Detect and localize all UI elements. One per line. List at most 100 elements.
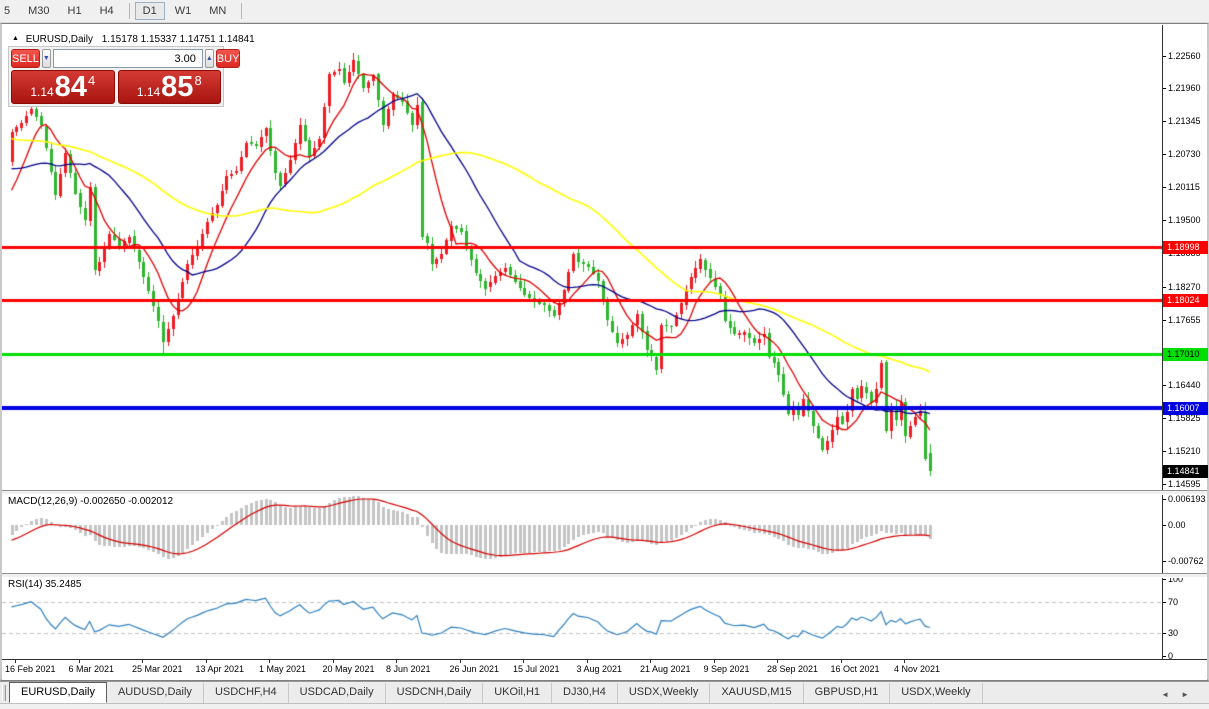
date-label: 21 Aug 2021 <box>640 664 691 674</box>
date-tick-mark <box>333 660 334 663</box>
timeframe-toolbar: 5M30H1H4 D1W1MN <box>0 0 1209 23</box>
date-label: 9 Sep 2021 <box>704 664 750 674</box>
date-axis: 16 Feb 2021 6 Mar 2021 25 Mar 2021 13 Apr 2… <box>2 659 1207 680</box>
price-tick-label: 1.19500 <box>1168 215 1201 225</box>
timeframe-button-5[interactable]: 5 <box>0 2 18 20</box>
chart-tab-gbpusd-h1[interactable]: GBPUSD,H1 <box>804 683 891 703</box>
date-label: 8 Jun 2021 <box>386 664 431 674</box>
sell-price-prefix: 1.14 <box>30 85 53 99</box>
chart-tab-ukoil-h1[interactable]: UKOil,H1 <box>483 683 552 703</box>
timeframe-button-h4[interactable]: H4 <box>92 2 122 20</box>
timeframe-button-m30[interactable]: M30 <box>20 2 57 20</box>
macd-panel-splitter[interactable] <box>2 490 1207 495</box>
chart-symbol-period: EURUSD,Daily <box>26 34 93 45</box>
date-tick-mark <box>206 660 207 663</box>
price-tick-label: 1.21960 <box>1168 83 1201 93</box>
price-tick-label: 1.20115 <box>1168 182 1200 192</box>
chart-tab-bar: EURUSD,DailyAUDUSD,DailyUSDCHF,H4USDCAD,… <box>0 681 1209 703</box>
chart-canvas[interactable] <box>2 25 1162 659</box>
macd-indicator-label: MACD(12,26,9) -0.002650 -0.002012 <box>8 496 173 507</box>
date-tick-mark <box>841 660 842 663</box>
buy-price-prefix: 1.14 <box>137 85 160 99</box>
date-label: 1 May 2021 <box>259 664 306 674</box>
timeframe-button-w1[interactable]: W1 <box>167 2 200 20</box>
macd-tick-label: 0.00 <box>1168 520 1186 530</box>
tab-scroll-left-icon[interactable]: ◄ <box>1155 690 1175 699</box>
status-strip <box>0 703 1209 709</box>
toolbar-separator <box>241 3 242 19</box>
timeframe-button-d1[interactable]: D1 <box>135 2 165 20</box>
date-label: 16 Oct 2021 <box>831 664 880 674</box>
price-tick-label: 1.20730 <box>1168 149 1201 159</box>
price-tick-label: 1.18270 <box>1168 282 1201 292</box>
chart-title: ▲ EURUSD,Daily 1.15178 1.15337 1.14751 1… <box>12 34 255 45</box>
macd-tick-label: 0.006193 <box>1168 494 1206 504</box>
chart-ohlc-values: 1.15178 1.15337 1.14751 1.14841 <box>102 34 255 45</box>
chart-window: ▲ EURUSD,Daily 1.15178 1.15337 1.14751 1… <box>0 23 1209 681</box>
price-level-badge: 1.18024 <box>1163 294 1208 307</box>
collapse-arrow-icon[interactable]: ▲ <box>12 35 19 42</box>
price-level-badge: 1.14841 <box>1163 465 1208 478</box>
date-tick-mark <box>79 660 80 663</box>
price-axis: 1.22560 1.21960 1.21345 1.20730 1.20115 1.195… <box>1162 25 1207 659</box>
rsi-indicator-label: RSI(14) 35.2485 <box>8 579 81 590</box>
rsi-tick-label: 30 <box>1168 628 1178 638</box>
sell-price-big: 84 <box>55 71 87 103</box>
chart-tab-audusd-daily[interactable]: AUDUSD,Daily <box>107 683 204 703</box>
price-tick-label: 1.17655 <box>1168 315 1201 325</box>
date-label: 3 Aug 2021 <box>577 664 623 674</box>
sell-price-box[interactable]: 1.14 84 4 <box>11 70 115 104</box>
buy-button[interactable]: BUY <box>216 49 241 68</box>
macd-tick-label: -0.00762 <box>1168 556 1204 566</box>
volume-input[interactable] <box>53 49 203 68</box>
chart-tab-dj30-h4[interactable]: DJ30,H4 <box>552 683 618 703</box>
price-level-badge: 1.16007 <box>1163 402 1208 415</box>
timeframe-button-h1[interactable]: H1 <box>60 2 90 20</box>
tab-scroll-right-icon[interactable]: ► <box>1175 690 1195 699</box>
date-label: 28 Sep 2021 <box>767 664 818 674</box>
volume-increase-button[interactable]: ▲ <box>205 49 214 68</box>
date-tick-mark <box>714 660 715 663</box>
date-label: 25 Mar 2021 <box>132 664 183 674</box>
price-tick-label: 1.16440 <box>1168 380 1201 390</box>
chart-tab-usdchf-h4[interactable]: USDCHF,H4 <box>204 683 289 703</box>
date-tick-mark <box>15 660 16 663</box>
chart-tab-usdx-weekly[interactable]: USDX,Weekly <box>890 683 982 703</box>
date-tick-mark <box>587 660 588 663</box>
price-tick-label: 1.14595 <box>1168 479 1201 489</box>
buy-price-box[interactable]: 1.14 85 8 <box>118 70 222 104</box>
date-label: 16 Feb 2021 <box>5 664 56 674</box>
sell-button[interactable]: SELL <box>11 49 40 68</box>
buy-price-big: 85 <box>161 71 193 103</box>
date-tick-mark <box>460 660 461 663</box>
date-tick-mark <box>269 660 270 663</box>
chart-tab-eurusd-daily[interactable]: EURUSD,Daily <box>9 682 107 703</box>
buy-price-pip: 8 <box>194 73 201 88</box>
price-level-badge: 1.17010 <box>1163 348 1208 361</box>
date-tick-mark <box>523 660 524 663</box>
chart-tab-usdcad-daily[interactable]: USDCAD,Daily <box>289 683 386 703</box>
date-label: 15 Jul 2021 <box>513 664 560 674</box>
price-level-badge: 1.18998 <box>1163 241 1208 254</box>
chart-window-inner: ▲ EURUSD,Daily 1.15178 1.15337 1.14751 1… <box>2 25 1207 679</box>
chart-tab-usdx-weekly[interactable]: USDX,Weekly <box>618 683 710 703</box>
chart-tab-xauusd-m15[interactable]: XAUUSD,M15 <box>710 683 803 703</box>
rsi-panel-splitter[interactable] <box>2 573 1207 578</box>
rsi-tick-label: 70 <box>1168 597 1178 607</box>
one-click-trade-widget: SELL ▼ ▲ BUY 1.14 84 4 1.14 85 8 <box>8 46 224 107</box>
date-tick-mark <box>142 660 143 663</box>
tabbar-drag-handle[interactable] <box>2 685 6 701</box>
price-tick-label: 1.21345 <box>1168 116 1201 126</box>
date-label: 20 May 2021 <box>323 664 375 674</box>
date-tick-mark <box>396 660 397 663</box>
volume-decrease-button[interactable]: ▼ <box>42 49 51 68</box>
chart-tab-usdcnh-daily[interactable]: USDCNH,Daily <box>386 683 484 703</box>
price-tick-label: 1.22560 <box>1168 51 1201 61</box>
date-tick-mark <box>904 660 905 663</box>
date-label: 6 Mar 2021 <box>69 664 115 674</box>
date-tick-mark <box>650 660 651 663</box>
timeframe-button-mn[interactable]: MN <box>201 2 234 20</box>
date-label: 13 Apr 2021 <box>196 664 245 674</box>
toolbar-separator <box>129 3 130 19</box>
sell-price-pip: 4 <box>88 73 95 88</box>
